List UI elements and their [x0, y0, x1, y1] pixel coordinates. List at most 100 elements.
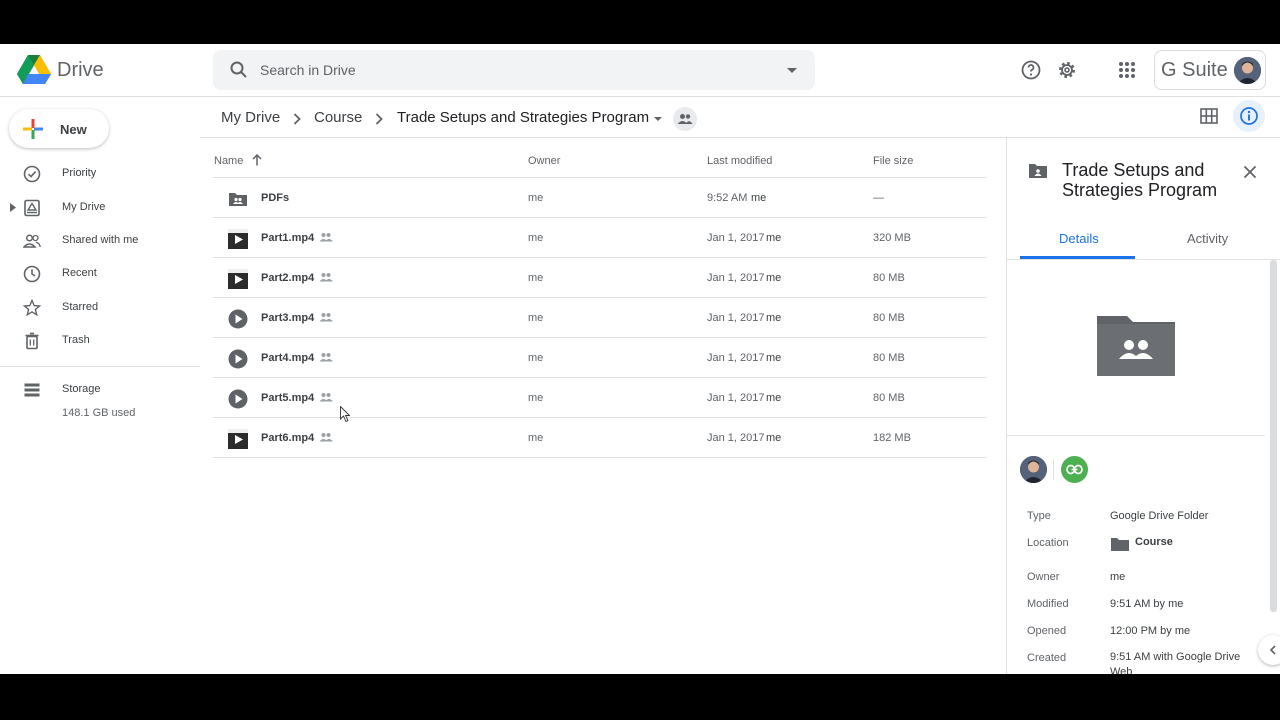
file-list-header: Name Owner Last modified File size: [213, 138, 986, 178]
file-modified-by: me: [766, 312, 782, 324]
detail-label-modified: Modified: [1027, 598, 1069, 610]
storage-label: Storage: [62, 383, 101, 395]
sidebar-item-label: Trash: [62, 334, 90, 346]
table-row[interactable]: Part1.mp4 me Jan 1, 2017 me 320 MB: [213, 218, 986, 258]
sort-ascending-arrow-icon[interactable]: [252, 154, 262, 166]
shared-folder-preview-icon: [1097, 316, 1175, 376]
play-circle-icon: [228, 349, 248, 369]
expand-arrow-icon[interactable]: [10, 203, 16, 212]
file-modified-date: Jan 1, 2017: [707, 232, 765, 244]
settings-gear-icon[interactable]: [1055, 58, 1079, 82]
file-modified-by: me: [751, 192, 767, 204]
file-modified-by: me: [766, 272, 782, 284]
sidebar-item-shared-with-me[interactable]: Shared with me: [0, 224, 200, 258]
help-icon[interactable]: [1019, 58, 1043, 82]
folder-icon: [1111, 538, 1129, 551]
sidebar-item-starred[interactable]: Starred: [0, 291, 200, 325]
play-circle-icon: [228, 389, 248, 409]
column-header-name[interactable]: Name: [214, 155, 243, 167]
sidebar-item-label: Shared with me: [62, 234, 139, 246]
detail-label-opened: Opened: [1027, 625, 1067, 637]
mouse-cursor-icon: [340, 406, 350, 422]
breadcrumb-my-drive[interactable]: My Drive: [221, 109, 280, 126]
shared-folder-icon: [229, 193, 247, 206]
sidebar-item-my-drive[interactable]: My Drive: [0, 191, 200, 225]
detail-value-type: Google Drive Folder: [1110, 510, 1209, 522]
column-header-file-size[interactable]: File size: [873, 155, 913, 167]
column-header-last-modified[interactable]: Last modified: [707, 155, 772, 167]
file-size: 320 MB: [873, 232, 911, 244]
file-modified-date: Jan 1, 2017: [707, 352, 765, 364]
table-row[interactable]: Part4.mp4 me Jan 1, 2017 me 80 MB: [213, 338, 986, 378]
video-file-icon: [228, 269, 248, 289]
info-icon: [1240, 107, 1258, 125]
details-toggle-button[interactable]: [1233, 100, 1265, 132]
file-size: 80 MB: [873, 352, 905, 364]
file-modified-by: me: [766, 232, 782, 244]
shared-people-icon: [319, 233, 333, 242]
user-avatar[interactable]: [1234, 57, 1261, 84]
table-row[interactable]: PDFs me 9:52 AM me —: [213, 178, 986, 218]
table-row[interactable]: Part2.mp4 me Jan 1, 2017 me 80 MB: [213, 258, 986, 298]
file-size: 80 MB: [873, 392, 905, 404]
search-options-icon[interactable]: [785, 63, 799, 77]
file-owner: me: [528, 272, 544, 284]
gsuite-account-switcher[interactable]: G Suite: [1154, 50, 1266, 90]
tab-activity[interactable]: Activity: [1187, 231, 1228, 246]
drive-logo-icon[interactable]: [17, 55, 51, 85]
shared-folder-badge[interactable]: [673, 107, 697, 131]
detail-label-created: Created: [1027, 652, 1067, 664]
table-row[interactable]: Part3.mp4 me Jan 1, 2017 me 80 MB: [213, 298, 986, 338]
sidebar-item-storage[interactable]: Storage: [0, 373, 200, 407]
file-size: —: [873, 192, 884, 204]
file-name: Part4.mp4: [261, 352, 315, 364]
tabs-divider: [1007, 259, 1280, 260]
sidebar-item-label: Priority: [62, 167, 97, 179]
storage-used-text: 148.1 GB used: [62, 407, 136, 419]
sidebar-item-priority[interactable]: Priority: [0, 157, 200, 191]
chevron-right-icon: [375, 113, 383, 125]
clock-icon: [23, 265, 41, 283]
apps-grid-icon[interactable]: [1115, 58, 1139, 82]
sidebar-item-recent[interactable]: Recent: [0, 257, 200, 291]
video-file-icon: [228, 229, 248, 249]
details-title: Trade Setups and Strategies Program: [1062, 160, 1218, 200]
file-modified-by: me: [766, 392, 782, 404]
app-name[interactable]: Drive: [57, 59, 104, 82]
search-bar[interactable]: [213, 50, 815, 90]
file-modified-date: Jan 1, 2017: [707, 272, 765, 284]
new-button[interactable]: New: [9, 109, 109, 148]
chevron-left-icon: [1269, 645, 1276, 655]
shared-people-icon: [319, 433, 333, 442]
link-sharing-button[interactable]: [1061, 456, 1088, 483]
sidebar-item-label: Recent: [62, 267, 97, 279]
breadcrumb-course[interactable]: Course: [314, 109, 362, 126]
table-row[interactable]: Part5.mp4 me Jan 1, 2017 me 80 MB: [213, 378, 986, 418]
shared-people-icon: [319, 393, 333, 402]
table-row[interactable]: Part6.mp4 me Jan 1, 2017 me 182 MB: [213, 418, 986, 458]
owner-avatar[interactable]: [1020, 456, 1047, 483]
star-icon: [23, 299, 41, 317]
file-name: Part5.mp4: [261, 392, 315, 404]
search-input[interactable]: [260, 50, 760, 90]
top-bar: Drive Search in Drive G Suite: [0, 44, 1280, 97]
detail-label-type: Type: [1027, 510, 1051, 522]
link-icon: [1066, 464, 1083, 475]
detail-value-location[interactable]: Course: [1135, 535, 1275, 550]
tab-details[interactable]: Details: [1059, 231, 1099, 246]
file-name: Part2.mp4: [261, 272, 315, 284]
collapse-panel-button[interactable]: [1258, 635, 1280, 665]
owner-photo-icon: [1020, 456, 1047, 483]
breadcrumb-current-folder[interactable]: Trade Setups and Strategies Program: [397, 109, 649, 126]
close-icon[interactable]: [1243, 165, 1257, 179]
search-icon[interactable]: [229, 60, 249, 80]
file-owner: me: [528, 352, 544, 364]
file-name: PDFs: [261, 192, 290, 204]
details-scrollbar[interactable]: [1270, 260, 1277, 612]
detail-value-owner: me: [1110, 571, 1126, 583]
folder-menu-dropdown-icon[interactable]: [653, 114, 663, 124]
sidebar-item-trash[interactable]: Trash: [0, 324, 200, 358]
grid-view-icon[interactable]: [1197, 104, 1221, 128]
column-header-owner[interactable]: Owner: [528, 155, 560, 167]
my-drive-icon: [24, 199, 40, 217]
